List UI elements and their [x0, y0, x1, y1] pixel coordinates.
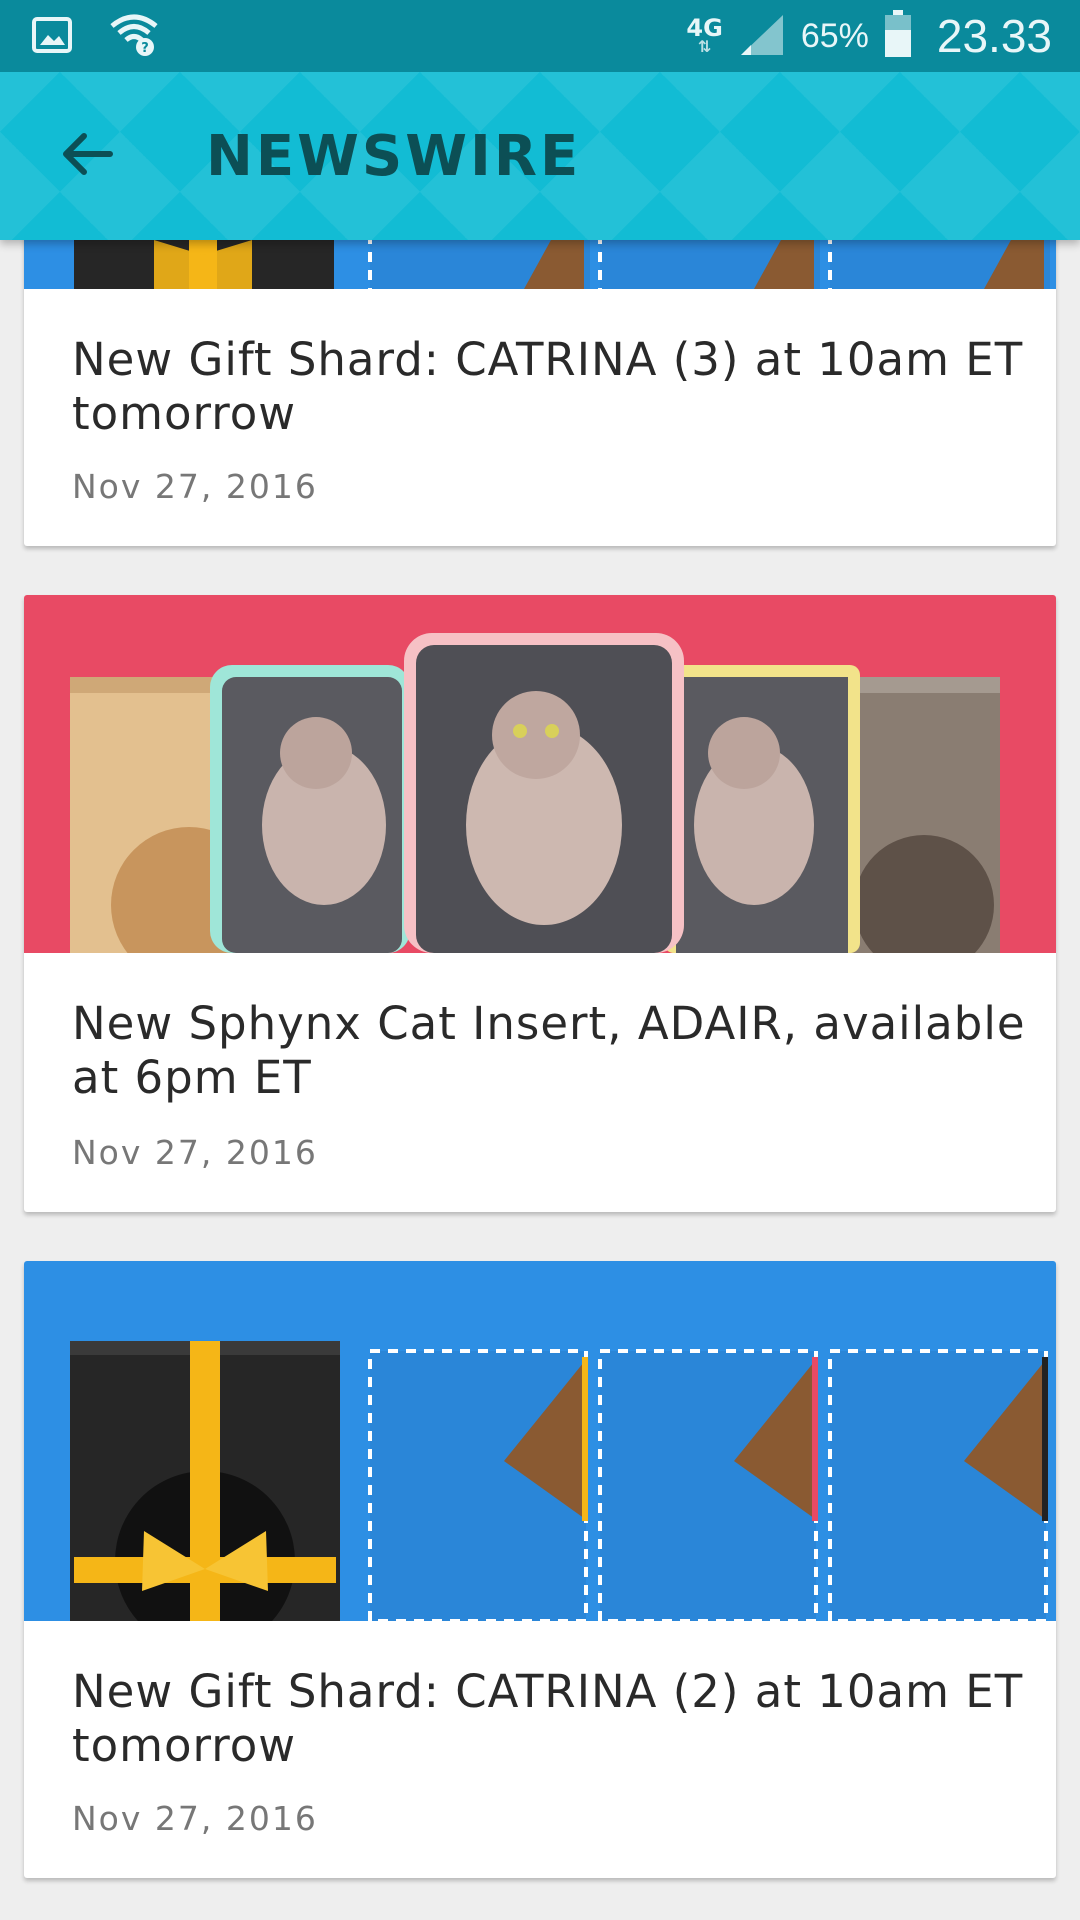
clock: 23.33	[936, 10, 1052, 62]
sphynx-cat-banner	[24, 595, 1056, 953]
image-icon	[30, 13, 74, 61]
news-date: Nov 27, 2016	[72, 1133, 318, 1172]
wifi-icon: ?	[108, 12, 160, 62]
news-title: New Sphynx Cat Insert, ADAIR, available …	[72, 997, 1026, 1104]
back-button[interactable]	[50, 124, 122, 188]
page-title: NEWSWIRE	[206, 124, 582, 189]
battery-percent: 65%	[800, 16, 869, 55]
news-title: New Gift Shard: CATRINA (3) at 10am ET t…	[72, 333, 1024, 440]
battery-icon	[883, 10, 913, 62]
app-bar: NEWSWIRE	[0, 72, 1080, 240]
arrow-left-icon	[58, 130, 114, 182]
status-bar: ? 4G ⇅ 65% 23.33	[0, 0, 1080, 72]
gift-shard-banner	[24, 1261, 1056, 1621]
news-card[interactable]: New Sphynx Cat Insert, ADAIR, available …	[24, 595, 1056, 1212]
signal-icon	[737, 11, 787, 61]
network-type: 4G ⇅	[686, 14, 723, 56]
news-date: Nov 27, 2016	[72, 1799, 318, 1838]
news-date: Nov 27, 2016	[72, 467, 318, 506]
news-card[interactable]: New Gift Shard: CATRINA (2) at 10am ET t…	[24, 1261, 1056, 1878]
svg-text:?: ?	[141, 41, 149, 56]
news-title: New Gift Shard: CATRINA (2) at 10am ET t…	[72, 1665, 1024, 1772]
